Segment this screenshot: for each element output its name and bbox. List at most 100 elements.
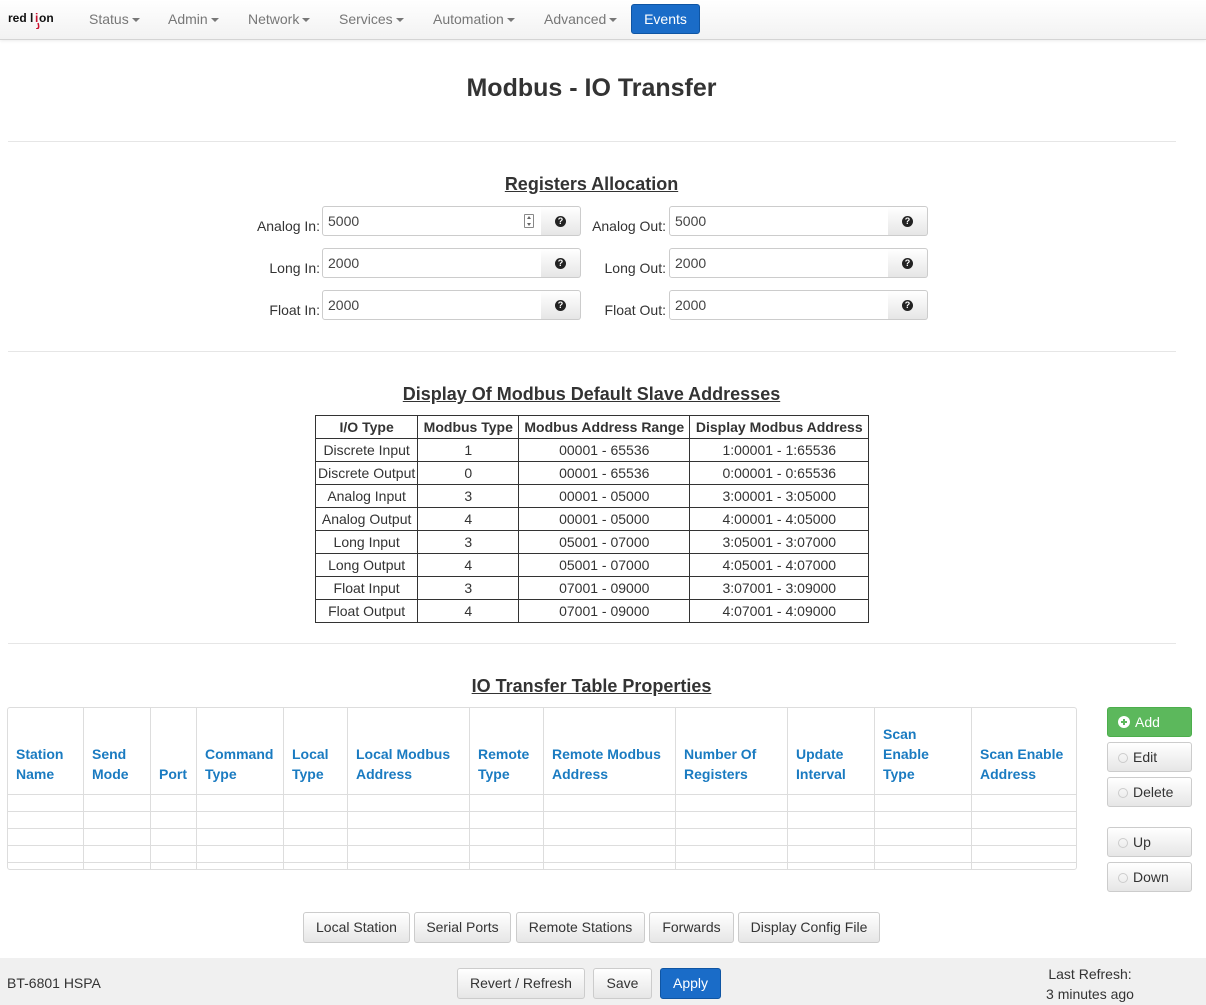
- add-button[interactable]: Add: [1107, 707, 1192, 737]
- table-cell: 07001 - 09000: [518, 576, 691, 600]
- last-refresh-label: Last Refresh:: [1048, 966, 1132, 982]
- table-cell: 4:00001 - 4:05000: [689, 507, 870, 531]
- page-title: Modbus - IO Transfer: [466, 74, 717, 102]
- table-cell: 4: [417, 553, 520, 577]
- column-header-station-name[interactable]: Station Name: [8, 708, 84, 795]
- table-cell: 3: [417, 530, 520, 554]
- table-cell: 4:05001 - 4:07000: [689, 553, 870, 577]
- apply-button[interactable]: Apply: [660, 968, 721, 999]
- nav-automation[interactable]: Automation: [433, 0, 515, 39]
- float-out-help-button[interactable]: ?: [888, 290, 928, 320]
- float-out-input[interactable]: [669, 290, 889, 320]
- local-station-button[interactable]: Local Station: [303, 912, 410, 943]
- svg-text:on: on: [39, 11, 54, 25]
- nav-advanced[interactable]: Advanced: [544, 0, 618, 39]
- delete-button[interactable]: Delete: [1107, 777, 1192, 807]
- table-row[interactable]: [8, 794, 1076, 812]
- nav-services[interactable]: Services: [339, 0, 404, 39]
- remote-stations-button[interactable]: Remote Stations: [516, 912, 645, 943]
- default-addresses-title: Display Of Modbus Default Slave Addresse…: [402, 384, 781, 404]
- column-header-local-type[interactable]: Local Type: [283, 708, 348, 795]
- remove-icon: [1118, 788, 1128, 798]
- table-cell: 05001 - 07000: [518, 553, 691, 577]
- table-row: Discrete Input 1 00001 - 65536 1:00001 - 1:…: [314, 438, 870, 462]
- column-header-scan-enable-address[interactable]: Scan Enable Address: [971, 708, 1076, 795]
- analog-in-input[interactable]: [322, 206, 542, 236]
- analog-out-label: Analog Out:: [592, 218, 666, 234]
- default-addresses-table: I/O Type Modbus Type Modbus Address Rang…: [314, 415, 870, 623]
- table-row: Analog Output 4 00001 - 05000 4:00001 - 4:0…: [314, 507, 870, 531]
- down-button[interactable]: Down: [1107, 862, 1192, 892]
- save-button[interactable]: Save: [593, 968, 652, 999]
- column-header-number-of-registers[interactable]: Number Of Registers: [675, 708, 788, 795]
- table-cell: 1:00001 - 1:65536: [689, 438, 870, 462]
- forwards-button[interactable]: Forwards: [649, 912, 734, 943]
- svg-text:red l: red l: [8, 11, 33, 25]
- divider: [8, 643, 1176, 644]
- table-cell: Long Output: [314, 553, 419, 577]
- footer-bar: BT-6801 HSPA Revert / Refresh Save Apply…: [0, 958, 1206, 1005]
- up-button[interactable]: Up: [1107, 827, 1192, 857]
- table-cell: Analog Output: [314, 507, 419, 531]
- analog-out-help-button[interactable]: ?: [888, 206, 928, 236]
- table-cell: 3:07001 - 3:09000: [689, 576, 870, 600]
- registers-allocation-title: Registers Allocation: [504, 174, 679, 194]
- table-header-row: I/O Type Modbus Type Modbus Address Rang…: [314, 415, 870, 439]
- table-cell: 1: [417, 438, 520, 462]
- table-row: Float Output 4 07001 - 09000 4:07001 - 4:09…: [314, 599, 870, 623]
- arrow-up-icon: [1118, 838, 1128, 848]
- table-cell: 07001 - 09000: [518, 599, 691, 623]
- last-refresh-value: 3 minutes ago: [1046, 986, 1134, 1002]
- io-transfer-title: IO Transfer Table Properties: [471, 676, 712, 696]
- long-out-input[interactable]: [669, 248, 889, 278]
- edit-button[interactable]: Edit: [1107, 742, 1192, 772]
- caret-down-icon: [131, 18, 140, 23]
- float-in-input[interactable]: [322, 290, 542, 320]
- caret-down-icon: [302, 18, 311, 23]
- float-in-label: Float In:: [269, 302, 320, 318]
- analog-out-input[interactable]: [669, 206, 889, 236]
- column-header-update-interval[interactable]: Update Interval: [787, 708, 875, 795]
- caret-down-icon: [395, 18, 404, 23]
- device-model: BT-6801 HSPA: [7, 975, 101, 991]
- long-in-input[interactable]: [322, 248, 542, 278]
- table-cell: 0:00001 - 0:65536: [689, 461, 870, 485]
- arrow-down-icon: [1118, 873, 1128, 883]
- io-transfer-table-container: Station Name Send Mode Port Command Type Lo…: [7, 707, 1077, 870]
- column-header-command-type[interactable]: Command Type: [196, 708, 284, 795]
- red-lion-logo[interactable]: red l i on: [8, 9, 56, 29]
- top-navbar: red l i on Status Admin Network Services…: [0, 0, 1206, 40]
- nav-admin[interactable]: Admin: [168, 0, 219, 39]
- table-cell: 00001 - 65536: [518, 438, 691, 462]
- column-header-scan-enable-type[interactable]: Scan Enable Type: [874, 708, 972, 795]
- nav-events-button[interactable]: Events: [631, 4, 700, 34]
- table-row[interactable]: [8, 811, 1076, 829]
- column-header: Display Modbus Address: [689, 415, 870, 439]
- column-header-port[interactable]: Port: [150, 708, 197, 795]
- table-row[interactable]: [8, 845, 1076, 863]
- nav-network[interactable]: Network: [248, 0, 311, 39]
- column-header-remote-modbus-address[interactable]: Remote Modbus Address: [543, 708, 676, 795]
- column-header-local-modbus-address[interactable]: Local Modbus Address: [347, 708, 470, 795]
- plus-circle-icon: [1118, 716, 1130, 728]
- revert-refresh-button[interactable]: Revert / Refresh: [457, 968, 585, 999]
- question-icon: ?: [902, 258, 913, 269]
- column-header-remote-type[interactable]: Remote Type: [469, 708, 544, 795]
- column-header-send-mode[interactable]: Send Mode: [83, 708, 151, 795]
- display-config-file-button[interactable]: Display Config File: [738, 912, 880, 943]
- table-row[interactable]: [8, 828, 1076, 846]
- number-spinner-icon[interactable]: [524, 214, 534, 228]
- table-row: Float Input 3 07001 - 09000 3:07001 - 3:090…: [314, 576, 870, 600]
- table-row[interactable]: [8, 862, 1076, 869]
- serial-ports-button[interactable]: Serial Ports: [414, 912, 511, 943]
- table-cell: Analog Input: [314, 484, 419, 508]
- io-transfer-table: Station Name Send Mode Port Command Type Lo…: [8, 708, 1076, 869]
- edit-icon: [1118, 753, 1128, 763]
- float-out-label: Float Out:: [604, 302, 666, 318]
- long-out-help-button[interactable]: ?: [888, 248, 928, 278]
- table-header-row: Station Name Send Mode Port Command Type Lo…: [8, 708, 1076, 795]
- nav-status[interactable]: Status: [89, 0, 140, 39]
- table-cell: 00001 - 65536: [518, 461, 691, 485]
- table-cell: 4:07001 - 4:09000: [689, 599, 870, 623]
- table-cell: 00001 - 05000: [518, 507, 691, 531]
